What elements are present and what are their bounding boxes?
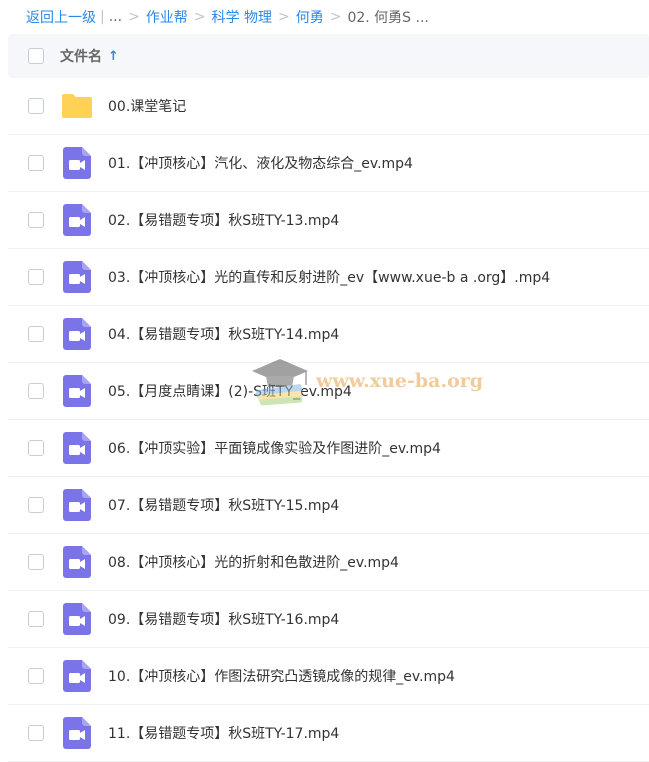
video-icon (60, 659, 94, 693)
video-icon (60, 431, 94, 465)
video-icon (60, 545, 94, 579)
row-checkbox[interactable] (28, 497, 44, 513)
file-row[interactable]: 07.【易错题专项】秋S班TY-15.mp4 (8, 477, 649, 534)
file-row[interactable]: 08.【冲顶核心】光的折射和色散进阶_ev.mp4 (8, 534, 649, 591)
video-icon (60, 203, 94, 237)
video-icon (60, 716, 94, 750)
row-checkbox[interactable] (28, 383, 44, 399)
file-row[interactable]: 00.课堂笔记 (8, 78, 649, 135)
column-header-filename[interactable]: 文件名 (60, 46, 102, 66)
file-name[interactable]: 00.课堂笔记 (108, 96, 186, 116)
file-name[interactable]: 01.【冲顶核心】汽化、液化及物态综合_ev.mp4 (108, 153, 413, 173)
breadcrumb-separator: > (128, 9, 140, 25)
breadcrumb-divider: | (100, 9, 105, 25)
file-name[interactable]: 09.【易错题专项】秋S班TY-16.mp4 (108, 609, 339, 629)
breadcrumb-separator: > (278, 9, 290, 25)
row-checkbox[interactable] (28, 155, 44, 171)
file-name[interactable]: 08.【冲顶核心】光的折射和色散进阶_ev.mp4 (108, 552, 399, 572)
file-row[interactable]: 03.【冲顶核心】光的直传和反射进阶_ev【www.xue-b a .org】.… (8, 249, 649, 306)
back-link[interactable]: 返回上一级 (26, 7, 96, 27)
breadcrumb: 返回上一级 | ... > 作业帮 > 科学 物理 > 何勇 > 02. 何勇S… (0, 0, 649, 34)
sort-ascending-icon[interactable]: ↑ (108, 49, 119, 64)
file-name[interactable]: 07.【易错题专项】秋S班TY-15.mp4 (108, 495, 339, 515)
file-name[interactable]: 02.【易错题专项】秋S班TY-13.mp4 (108, 210, 339, 230)
video-icon (60, 146, 94, 180)
file-row[interactable]: 09.【易错题专项】秋S班TY-16.mp4 (8, 591, 649, 648)
row-checkbox[interactable] (28, 98, 44, 114)
folder-icon (60, 89, 94, 123)
file-row[interactable]: 06.【冲顶实验】平面镜成像实验及作图进阶_ev.mp4 (8, 420, 649, 477)
file-name[interactable]: 04.【易错题专项】秋S班TY-14.mp4 (108, 324, 339, 344)
file-list-header: 文件名 ↑ (8, 34, 649, 78)
file-row[interactable]: 11.【易错题专项】秋S班TY-17.mp4 (8, 705, 649, 762)
row-checkbox[interactable] (28, 440, 44, 456)
breadcrumb-item[interactable]: 科学 物理 (212, 7, 272, 27)
row-checkbox[interactable] (28, 668, 44, 684)
file-name[interactable]: 05.【月度点睛课】(2)-S班TY_ev.mp4 (108, 381, 352, 401)
file-name[interactable]: 03.【冲顶核心】光的直传和反射进阶_ev【www.xue-b a .org】.… (108, 267, 550, 287)
select-all-checkbox[interactable] (28, 48, 44, 64)
video-icon (60, 260, 94, 294)
row-checkbox[interactable] (28, 269, 44, 285)
row-checkbox[interactable] (28, 212, 44, 228)
video-icon (60, 488, 94, 522)
breadcrumb-ellipsis[interactable]: ... (109, 9, 122, 25)
row-checkbox[interactable] (28, 554, 44, 570)
row-checkbox[interactable] (28, 326, 44, 342)
file-name[interactable]: 11.【易错题专项】秋S班TY-17.mp4 (108, 723, 339, 743)
file-row[interactable]: 01.【冲顶核心】汽化、液化及物态综合_ev.mp4 (8, 135, 649, 192)
row-checkbox[interactable] (28, 611, 44, 627)
file-row[interactable]: 10.【冲顶核心】作图法研究凸透镜成像的规律_ev.mp4 (8, 648, 649, 705)
file-name[interactable]: 06.【冲顶实验】平面镜成像实验及作图进阶_ev.mp4 (108, 438, 441, 458)
breadcrumb-separator: > (329, 9, 342, 25)
breadcrumb-item[interactable]: 作业帮 (146, 7, 188, 27)
file-list: 00.课堂笔记 01.【冲顶核心】汽化、液化及物态综合_ev.mp4 02.【易错题… (8, 78, 649, 762)
file-row[interactable]: 02.【易错题专项】秋S班TY-13.mp4 (8, 192, 649, 249)
breadcrumb-current: 02. 何勇S ... (347, 10, 429, 26)
breadcrumb-separator: > (193, 9, 206, 25)
breadcrumb-item[interactable]: 何勇 (296, 7, 324, 27)
file-row[interactable]: 05.【月度点睛课】(2)-S班TY_ev.mp4 (8, 363, 649, 420)
row-checkbox[interactable] (28, 725, 44, 741)
video-icon (60, 374, 94, 408)
file-row[interactable]: 04.【易错题专项】秋S班TY-14.mp4 (8, 306, 649, 363)
file-name[interactable]: 10.【冲顶核心】作图法研究凸透镜成像的规律_ev.mp4 (108, 666, 455, 686)
video-icon (60, 317, 94, 351)
video-icon (60, 602, 94, 636)
